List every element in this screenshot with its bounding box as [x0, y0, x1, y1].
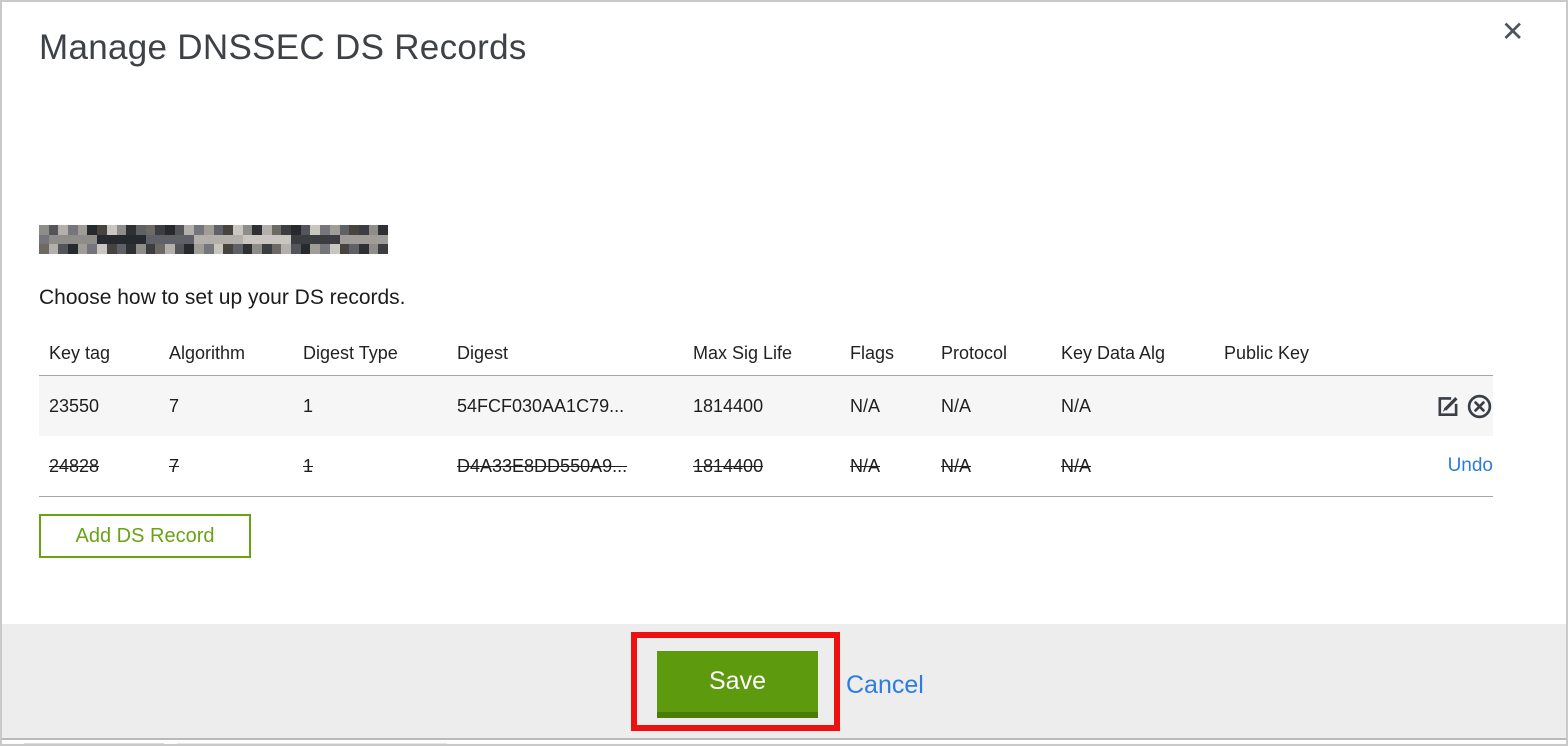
cell-protocol: N/A [931, 436, 1051, 497]
column-header-actions [1344, 331, 1493, 376]
dnssec-ds-records-modal: Manage DNSSEC DS Records ✕ Choose how to… [0, 0, 1568, 746]
cell-public-key [1214, 436, 1344, 497]
cell-key-data-alg: N/A [1051, 375, 1214, 436]
save-button[interactable]: Save [657, 651, 818, 718]
cell-algorithm: 7 [159, 375, 293, 436]
delete-icon[interactable] [1466, 393, 1493, 420]
cell-digest-type: 1 [293, 375, 447, 436]
cell-actions: Undo [1344, 436, 1493, 497]
redacted-domain-name [39, 225, 388, 254]
cell-public-key [1214, 375, 1344, 436]
cell-key-tag: 24828 [39, 436, 159, 497]
column-header-key-data-alg: Key Data Alg [1051, 331, 1214, 376]
column-header-flags: Flags [840, 331, 931, 376]
column-header-algorithm: Algorithm [159, 331, 293, 376]
column-header-max-sig-life: Max Sig Life [683, 331, 840, 376]
column-header-digest: Digest [447, 331, 683, 376]
table-header-row: Key tag Algorithm Digest Type Digest Max… [39, 331, 1493, 376]
page-title: Manage DNSSEC DS Records [39, 28, 527, 67]
cell-protocol: N/A [931, 375, 1051, 436]
undo-link[interactable]: Undo [1448, 455, 1493, 476]
cell-algorithm: 7 [159, 436, 293, 497]
cell-key-tag: 23550 [39, 375, 159, 436]
cell-digest: 54FCF030AA1C79... [447, 375, 683, 436]
close-icon[interactable]: ✕ [1501, 18, 1524, 46]
cell-key-data-alg: N/A [1051, 436, 1214, 497]
column-header-protocol: Protocol [931, 331, 1051, 376]
add-ds-record-button[interactable]: Add DS Record [39, 514, 251, 558]
cell-flags: N/A [840, 375, 931, 436]
column-header-public-key: Public Key [1214, 331, 1344, 376]
cell-flags: N/A [840, 436, 931, 497]
table-row: 23550 7 1 54FCF030AA1C79... 1814400 N/A … [39, 375, 1493, 436]
cancel-link[interactable]: Cancel [846, 671, 924, 700]
instruction-text: Choose how to set up your DS records. [39, 286, 406, 309]
cell-digest-type: 1 [293, 436, 447, 497]
cell-max-sig-life: 1814400 [683, 375, 840, 436]
table-row-deleted: 24828 7 1 D4A33E8DD550A9... 1814400 N/A … [39, 436, 1493, 497]
column-header-key-tag: Key tag [39, 331, 159, 376]
column-header-digest-type: Digest Type [293, 331, 447, 376]
edit-icon[interactable] [1434, 393, 1461, 420]
cell-digest: D4A33E8DD550A9... [447, 436, 683, 497]
ds-records-table: Key tag Algorithm Digest Type Digest Max… [39, 331, 1493, 497]
cell-max-sig-life: 1814400 [683, 436, 840, 497]
cell-actions [1344, 375, 1493, 436]
